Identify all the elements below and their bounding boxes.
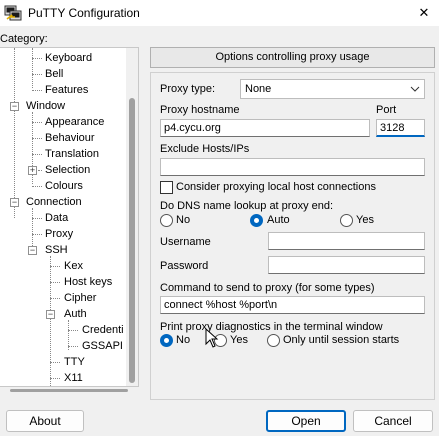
tree-item-proxy[interactable]: Proxy <box>45 226 74 242</box>
proxy-type-label: Proxy type: <box>160 83 216 95</box>
port-label: Port <box>376 104 397 116</box>
tree-item-label: Bell <box>45 68 64 80</box>
tree-item-label: Behaviour <box>45 132 95 144</box>
tree-item-label: Proxy <box>45 228 74 240</box>
category-label: Category: <box>0 33 48 45</box>
tree-item-auth[interactable]: Auth <box>64 306 87 322</box>
exclude-hosts-label: Exclude Hosts/IPs <box>160 143 250 155</box>
open-button[interactable]: Open <box>266 410 346 432</box>
tree-item-behaviour[interactable]: Behaviour <box>45 130 95 146</box>
about-button[interactable]: About <box>6 410 84 432</box>
diag-until-start-radio[interactable] <box>267 334 280 347</box>
tree-item-colours[interactable]: Colours <box>45 178 83 194</box>
tree-item-label: Window <box>26 100 66 112</box>
tree-item-data[interactable]: Data <box>45 210 68 226</box>
tree-item-label: X11 <box>64 372 83 384</box>
tree-item-gssapi[interactable]: GSSAPI <box>82 338 123 354</box>
diag-until-start-label: Only until session starts <box>283 334 400 346</box>
tree-item-label: Features <box>45 84 89 96</box>
tree-item-connection[interactable]: Connection <box>26 194 82 210</box>
dns-auto-radio[interactable] <box>250 214 263 227</box>
tree-horizontal-scrollbar[interactable] <box>0 387 139 394</box>
tree-item-label: Connection <box>26 196 82 208</box>
dns-no-radio[interactable] <box>160 214 173 227</box>
collapse-icon[interactable]: − <box>10 198 19 207</box>
tree-item-x11[interactable]: X11 <box>64 370 83 386</box>
tree-item-cipher[interactable]: Cipher <box>64 290 96 306</box>
tree-item-window[interactable]: Window <box>26 98 65 114</box>
putty-app-icon <box>4 4 22 22</box>
cancel-button[interactable]: Cancel <box>353 410 433 432</box>
tree-item-label: SSH <box>45 244 68 256</box>
tree-item-bell[interactable]: Bell <box>45 66 63 82</box>
diag-no-radio[interactable] <box>160 334 173 347</box>
exclude-hosts-field[interactable] <box>160 158 425 176</box>
proxy-type-value: None <box>245 83 272 95</box>
local-proxy-checkbox-label: Consider proxying local host connections <box>176 181 376 193</box>
dns-yes-radio[interactable] <box>340 214 353 227</box>
tree-item-label: Auth <box>64 308 87 320</box>
diag-no-label: No <box>176 334 191 346</box>
chevron-down-icon <box>410 80 420 105</box>
collapse-icon[interactable]: − <box>28 246 37 255</box>
username-label: Username <box>160 236 211 248</box>
proxy-command-label: Command to send to proxy (for some types… <box>160 282 375 294</box>
tree-item-label: Keyboard <box>45 52 93 64</box>
category-tree[interactable]: Keyboard Bell Features − Window Appearan… <box>0 47 139 387</box>
proxy-hostname-label: Proxy hostname <box>160 104 240 116</box>
tree-item-label: Credenti <box>82 324 124 336</box>
dns-auto-label: Auto <box>267 214 290 226</box>
tree-item-kex[interactable]: Kex <box>64 258 83 274</box>
scrollbar-thumb[interactable] <box>129 98 135 383</box>
tree-item-label: Selection <box>45 164 91 176</box>
port-field[interactable]: 3128 <box>376 119 425 137</box>
scrollbar-thumb[interactable] <box>10 389 128 392</box>
dns-no-label: No <box>176 214 191 226</box>
tree-item-label: TTY <box>64 356 85 368</box>
tree-item-translation[interactable]: Translation <box>45 146 99 162</box>
username-field[interactable] <box>268 232 425 250</box>
dns-lookup-label: Do DNS name lookup at proxy end: <box>160 200 334 212</box>
proxy-command-field[interactable]: connect %host %port\n <box>160 296 425 314</box>
tree-item-label: Colours <box>45 180 83 192</box>
tree-item-label: Kex <box>64 260 83 272</box>
panel-header: Options controlling proxy usage <box>150 47 435 68</box>
dns-yes-label: Yes <box>356 214 374 226</box>
diag-yes-label: Yes <box>230 334 248 346</box>
tree-item-host-keys[interactable]: Host keys <box>64 274 112 290</box>
proxy-type-select[interactable]: None <box>240 79 425 99</box>
tree-item-label: Cipher <box>64 292 97 304</box>
proxy-hostname-field[interactable]: p4.cycu.org <box>160 119 370 137</box>
local-proxy-checkbox[interactable] <box>160 181 173 194</box>
tree-vertical-scrollbar[interactable] <box>126 48 138 386</box>
tree-item-keyboard[interactable]: Keyboard <box>45 50 92 66</box>
password-label: Password <box>160 260 209 272</box>
tree-item-selection[interactable]: Selection <box>45 162 90 178</box>
title-bar: PuTTY Configuration ✕ <box>0 0 439 26</box>
tree-item-tty[interactable]: TTY <box>64 354 85 370</box>
tree-item-label: Host keys <box>64 276 113 288</box>
tree-item-appearance[interactable]: Appearance <box>45 114 104 130</box>
expand-icon[interactable]: + <box>28 166 37 175</box>
diagnostics-label: Print proxy diagnostics in the terminal … <box>160 321 383 333</box>
collapse-icon[interactable]: − <box>10 102 19 111</box>
window-title: PuTTY Configuration <box>28 6 140 20</box>
tree-item-label: Appearance <box>45 116 105 128</box>
tree-item-ssh[interactable]: SSH <box>45 242 68 258</box>
tree-item-label: GSSAPI <box>82 340 123 352</box>
tree-item-features[interactable]: Features <box>45 82 88 98</box>
password-field[interactable] <box>268 256 425 274</box>
tree-item-credentials[interactable]: Credenti <box>82 322 124 338</box>
mouse-pointer-icon <box>205 327 219 351</box>
collapse-icon[interactable]: − <box>46 310 55 319</box>
tree-item-label: Translation <box>45 148 100 160</box>
close-icon[interactable]: ✕ <box>409 0 439 26</box>
tree-item-label: Data <box>45 212 69 224</box>
